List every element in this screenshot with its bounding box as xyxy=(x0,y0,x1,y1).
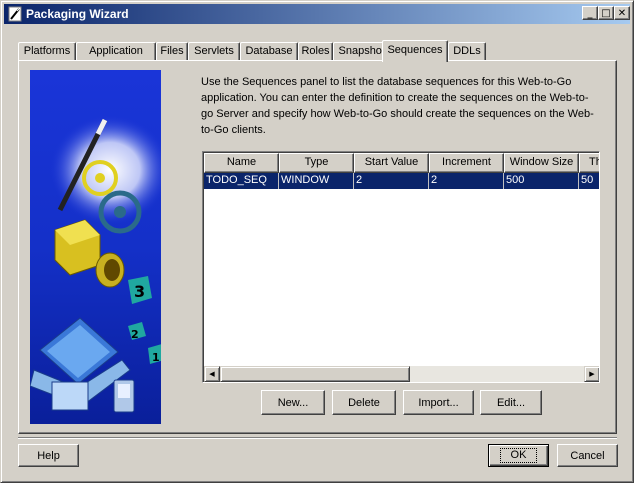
title-bar[interactable]: Packaging Wizard _ □ ✕ xyxy=(4,4,630,24)
tab-servlets[interactable]: Servlets xyxy=(188,42,240,61)
panel-description: Use the Sequences panel to list the data… xyxy=(201,74,601,138)
cell-increment[interactable]: 2 xyxy=(429,173,504,189)
wand-app-icon xyxy=(8,6,22,22)
cancel-button[interactable]: Cancel xyxy=(557,444,618,467)
digit-3: 3 xyxy=(134,282,145,301)
digit-2: 2 xyxy=(131,328,139,341)
wizard-illustration: 3 2 1 xyxy=(30,70,161,424)
window-title: Packaging Wizard xyxy=(26,7,129,21)
sequences-panel: 3 2 1 Use the Sequences panel to list th… xyxy=(18,60,617,434)
horizontal-scrollbar[interactable]: ◀ ▶ xyxy=(204,366,599,382)
help-button[interactable]: Help xyxy=(18,444,79,467)
description-line: go Server and specify how Web-to-Go shou… xyxy=(201,108,594,120)
packaging-wizard-window: Packaging Wizard _ □ ✕ Platforms Applica… xyxy=(0,0,634,483)
description-line: to-Go clients. xyxy=(201,124,266,136)
maximize-button[interactable]: □ xyxy=(598,6,614,20)
sequences-table[interactable]: Name Type Start Value Increment Window S… xyxy=(202,151,600,383)
tab-roles[interactable]: Roles xyxy=(298,42,333,61)
tab-ddls[interactable]: DDLs xyxy=(448,42,486,61)
tab-database[interactable]: Database xyxy=(240,42,298,61)
ok-button-label: OK xyxy=(499,448,538,463)
column-header-name[interactable]: Name xyxy=(204,153,279,173)
close-button[interactable]: ✕ xyxy=(614,6,630,20)
scroll-left-icon[interactable]: ◀ xyxy=(204,366,220,382)
cell-type[interactable]: WINDOW xyxy=(279,173,354,189)
digit-1: 1 xyxy=(152,351,160,364)
new-button[interactable]: New... xyxy=(261,390,325,415)
cell-name[interactable]: TODO_SEQ xyxy=(204,173,279,189)
tab-sequences[interactable]: Sequences xyxy=(382,40,448,62)
column-header-window-size[interactable]: Window Size xyxy=(504,153,579,173)
tab-platforms[interactable]: Platforms xyxy=(18,42,76,61)
description-line: Use the Sequences panel to list the data… xyxy=(201,76,572,88)
import-button[interactable]: Import... xyxy=(403,390,474,415)
column-header-threshold[interactable]: Th xyxy=(579,153,599,173)
scrollbar-thumb[interactable] xyxy=(220,366,410,382)
column-header-start-value[interactable]: Start Value xyxy=(354,153,429,173)
cell-threshold[interactable]: 50 xyxy=(579,173,599,189)
minimize-button[interactable]: _ xyxy=(582,6,598,20)
edit-button[interactable]: Edit... xyxy=(480,390,542,415)
table-header-row: Name Type Start Value Increment Window S… xyxy=(204,153,599,173)
cell-window-size[interactable]: 500 xyxy=(504,173,579,189)
column-header-increment[interactable]: Increment xyxy=(429,153,504,173)
tab-application[interactable]: Application xyxy=(76,42,156,61)
footer-separator xyxy=(18,437,617,439)
ok-button[interactable]: OK xyxy=(488,444,549,467)
table-row[interactable]: TODO_SEQ WINDOW 2 2 500 50 xyxy=(204,173,599,189)
delete-button[interactable]: Delete xyxy=(332,390,396,415)
cell-start-value[interactable]: 2 xyxy=(354,173,429,189)
scroll-right-icon[interactable]: ▶ xyxy=(584,366,599,382)
description-line: application. You can enter the definitio… xyxy=(201,92,589,104)
column-header-type[interactable]: Type xyxy=(279,153,354,173)
tab-files[interactable]: Files xyxy=(156,42,188,61)
